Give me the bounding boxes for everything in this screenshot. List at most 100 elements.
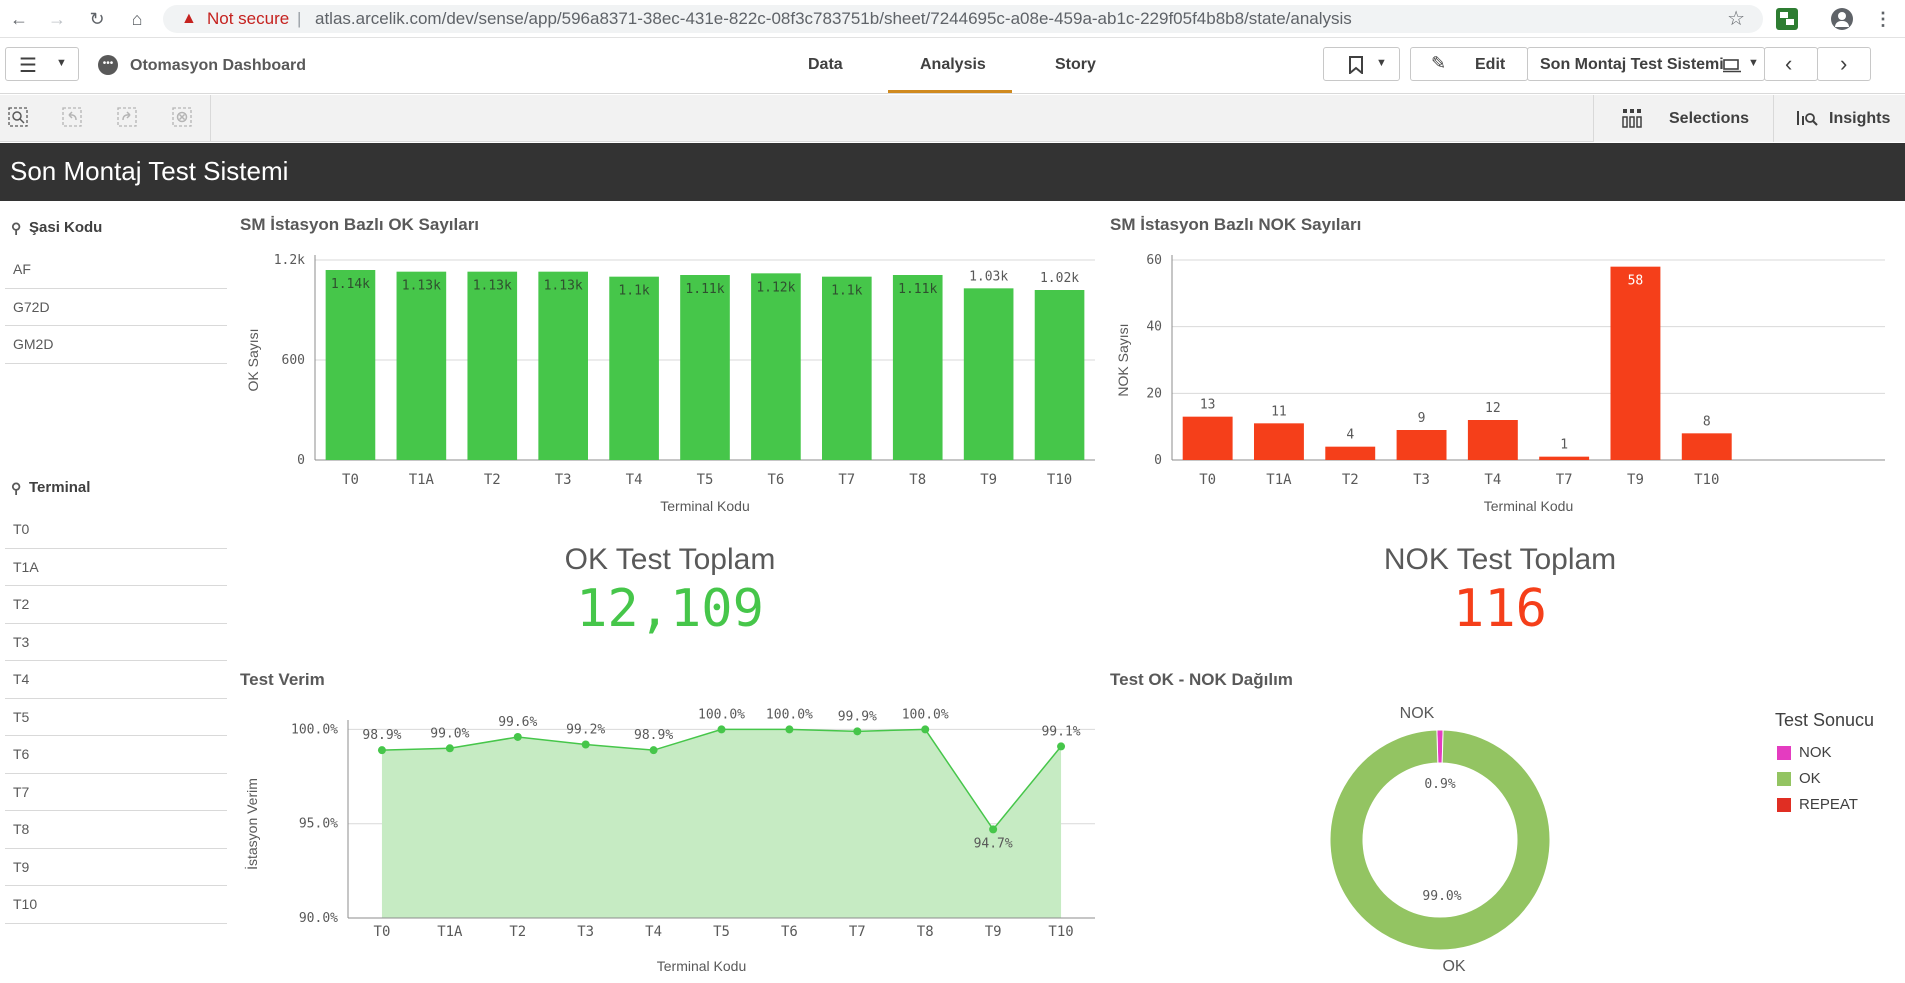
tab-story[interactable]: Story bbox=[1055, 56, 1096, 74]
selections-button[interactable]: Selections bbox=[1593, 95, 1773, 142]
legend-label: NOK bbox=[1799, 744, 1832, 761]
bar bbox=[963, 288, 1014, 460]
data-point bbox=[1057, 742, 1066, 751]
insights-label: Insights bbox=[1829, 110, 1891, 127]
kpi-nok-total: NOK Test Toplam 116 bbox=[1300, 543, 1700, 639]
url-text[interactable]: atlas.arcelik.com/dev/sense/app/596a8371… bbox=[315, 5, 1352, 33]
search-icon: ⚲ bbox=[11, 220, 22, 236]
data-point bbox=[445, 744, 454, 753]
bookmarks-button[interactable]: ▼ bbox=[1323, 47, 1400, 81]
selections-label: Selections bbox=[1669, 110, 1750, 127]
sheet-icon bbox=[1723, 59, 1741, 73]
ok-bar-chart[interactable]: 0 600 1.2k 1.14k T0 1.13k T1A 1.13k T2 1.13k T3 1.1… bbox=[240, 245, 1100, 525]
tab-data[interactable]: Data bbox=[808, 56, 843, 74]
data-label: 1.1k bbox=[618, 284, 649, 299]
y-tick-label: 0 bbox=[297, 453, 305, 468]
verim-area-chart[interactable]: 90.0% 95.0% 100.0% 98.9% T0 99.0% T1A 99.6% T2 99… bbox=[240, 700, 1100, 980]
area-fill bbox=[381, 729, 1062, 918]
warning-icon: ▲ bbox=[181, 10, 197, 27]
profile-icon[interactable] bbox=[1831, 8, 1853, 30]
chart-title-verim: Test Verim bbox=[240, 670, 325, 689]
nok-bar-chart[interactable]: 0 20 40 60 13 T0 11 T1A 4 T2 9 T3 12 T4 1 T7 58 T9 8 T10 Ter… bbox=[1110, 245, 1890, 525]
filter-item[interactable]: T6 bbox=[5, 736, 227, 774]
browser-menu-icon[interactable]: ⋮ bbox=[1872, 8, 1894, 30]
toolbar-divider bbox=[210, 95, 211, 142]
filter-item[interactable]: G72D bbox=[5, 289, 227, 326]
clear-selections-icon[interactable] bbox=[172, 107, 194, 129]
y-tick-label: 100.0% bbox=[291, 722, 338, 737]
data-point bbox=[717, 725, 726, 734]
filter-item[interactable]: T1A bbox=[5, 549, 227, 586]
selection-toolbar: Selections Insights bbox=[0, 95, 1905, 142]
sheet-selector[interactable]: Son Montaj Test Sistemi ▼ bbox=[1527, 47, 1765, 81]
filter-item[interactable]: T2 bbox=[5, 586, 227, 624]
legend-item[interactable]: OK bbox=[1775, 771, 1900, 797]
global-menu-button[interactable]: ☰ ▼ bbox=[5, 47, 79, 81]
x-tick-label: T3 bbox=[1413, 472, 1430, 488]
step-back-icon[interactable] bbox=[62, 107, 84, 129]
kpi-ok-total: OK Test Toplam 12,109 bbox=[470, 543, 870, 639]
next-sheet-button[interactable]: › bbox=[1817, 47, 1871, 81]
x-tick-label: T6 bbox=[781, 924, 798, 940]
x-tick-label: T0 bbox=[342, 472, 359, 488]
x-tick-label: T9 bbox=[1627, 472, 1644, 488]
data-point bbox=[377, 746, 386, 755]
insights-button[interactable]: Insights bbox=[1773, 95, 1905, 142]
y-tick-label: 0 bbox=[1154, 453, 1162, 468]
chevron-right-icon: › bbox=[1840, 51, 1848, 76]
filter-title: Şasi Kodu bbox=[29, 219, 103, 236]
data-label: 8 bbox=[1703, 414, 1711, 429]
x-tick-label: T6 bbox=[767, 472, 784, 488]
data-label: 99.6% bbox=[498, 715, 537, 730]
forward-icon[interactable]: → bbox=[46, 8, 68, 30]
filter-item[interactable]: GM2D bbox=[5, 326, 227, 364]
legend-item[interactable]: NOK bbox=[1775, 745, 1900, 771]
x-tick-label: T8 bbox=[917, 924, 934, 940]
legend-item[interactable]: REPEAT bbox=[1775, 797, 1900, 823]
data-label: 1.13k bbox=[402, 279, 441, 294]
filter-header-terminal[interactable]: ⚲ Terminal bbox=[5, 473, 227, 503]
y-tick-label: 600 bbox=[282, 353, 305, 368]
bar bbox=[1325, 446, 1376, 460]
filter-item[interactable]: T8 bbox=[5, 811, 227, 849]
extension-icon[interactable] bbox=[1776, 8, 1798, 30]
x-tick-label: T5 bbox=[713, 924, 730, 940]
reload-icon[interactable]: ↻ bbox=[86, 8, 108, 30]
filter-item[interactable]: T10 bbox=[5, 886, 227, 924]
home-icon[interactable]: ⌂ bbox=[126, 8, 148, 30]
filter-header-sasi-kodu[interactable]: ⚲ Şasi Kodu bbox=[5, 213, 227, 243]
data-point bbox=[989, 825, 998, 834]
filter-item[interactable]: T5 bbox=[5, 699, 227, 736]
edit-button[interactable]: ✎ Edit bbox=[1410, 47, 1528, 81]
data-label: 1.12k bbox=[756, 280, 795, 295]
filter-item[interactable]: T0 bbox=[5, 511, 227, 549]
bar bbox=[1681, 433, 1732, 460]
address-bar[interactable]: ▲ Not secure | atlas.arcelik.com/dev/sen… bbox=[163, 5, 1763, 33]
previous-sheet-button[interactable]: ‹ bbox=[1764, 47, 1818, 81]
smart-search-icon[interactable] bbox=[8, 107, 30, 129]
chevron-down-icon: ▼ bbox=[56, 57, 67, 69]
data-label: 99.0% bbox=[430, 726, 469, 741]
x-tick-label: T9 bbox=[985, 924, 1002, 940]
tab-analysis[interactable]: Analysis bbox=[920, 56, 986, 74]
app-options-icon[interactable]: ••• bbox=[98, 55, 118, 75]
filter-item[interactable]: T3 bbox=[5, 624, 227, 661]
back-icon[interactable]: ← bbox=[8, 8, 30, 30]
filter-item[interactable]: T4 bbox=[5, 661, 227, 699]
bar bbox=[325, 270, 376, 460]
bar bbox=[751, 273, 801, 460]
sheet-title: Son Montaj Test Sistemi bbox=[10, 156, 289, 186]
filter-item[interactable]: T7 bbox=[5, 774, 227, 811]
kpi-value: 12,109 bbox=[576, 579, 764, 639]
kpi-value: 116 bbox=[1453, 579, 1547, 639]
step-forward-icon[interactable] bbox=[117, 107, 139, 129]
y-axis-title: İstasyon Verim bbox=[243, 778, 260, 870]
filter-item[interactable]: T9 bbox=[5, 849, 227, 886]
ok-nok-donut-chart[interactable]: 0.9% 99.0% NOK OK bbox=[1300, 700, 1590, 980]
data-label: 58 bbox=[1628, 274, 1644, 289]
bar bbox=[1467, 420, 1518, 460]
filter-item[interactable]: AF bbox=[5, 251, 227, 289]
chevron-left-icon: ‹ bbox=[1785, 51, 1793, 76]
bookmark-star-icon[interactable]: ☆ bbox=[1727, 5, 1745, 33]
data-label: 1.02k bbox=[1040, 271, 1079, 286]
